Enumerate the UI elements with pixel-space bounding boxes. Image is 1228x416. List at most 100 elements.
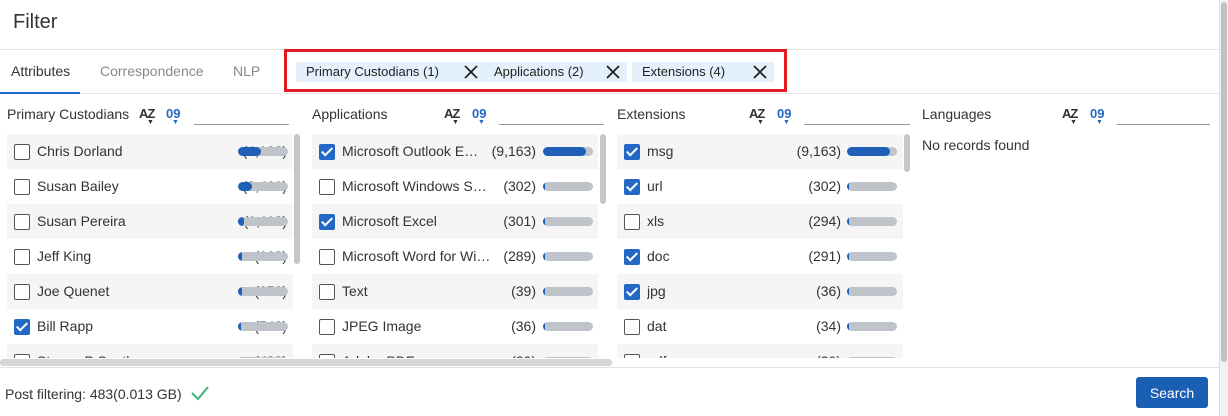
item-checkbox[interactable] — [319, 284, 335, 300]
list-item[interactable]: Jeff King(663) — [7, 239, 293, 274]
item-count: (34) — [816, 318, 841, 334]
extensions-filter-input[interactable] — [804, 105, 910, 125]
item-checkbox[interactable] — [319, 179, 335, 195]
sort-alpha-icon[interactable]: AZ ▼ — [139, 106, 155, 126]
item-checkbox[interactable] — [319, 319, 335, 335]
scroll-thumb[interactable] — [600, 134, 606, 204]
chip-label: Primary Custodians (1) — [306, 64, 439, 79]
sort-alpha-icon[interactable]: AZ ▼ — [444, 106, 460, 126]
item-label: Microsoft Excel — [342, 213, 437, 229]
item-checkbox[interactable] — [14, 319, 30, 335]
item-checkbox[interactable] — [14, 354, 30, 358]
tab-correspondence[interactable]: Correspondence — [100, 63, 204, 79]
sort-count-icon[interactable]: 09 ▼ — [166, 106, 180, 126]
applications-list: Microsoft Outlook E… (9,163) Microsoft Win… — [312, 134, 598, 358]
list-item[interactable]: Susan Pereira(1,113) — [7, 204, 293, 239]
list-item[interactable]: Steven P South(438) — [7, 344, 293, 358]
item-label: url — [647, 178, 663, 194]
sort-count-icon[interactable]: 09 ▼ — [777, 106, 791, 126]
count-bar — [238, 357, 288, 358]
count-bar-fill — [238, 287, 242, 296]
list-item[interactable]: msg (9,163) — [617, 134, 903, 169]
list-scrollbar[interactable] — [600, 134, 606, 358]
scroll-thumb[interactable] — [904, 134, 910, 172]
count-bar-fill — [847, 357, 849, 358]
list-item[interactable]: Microsoft Windows Sh… (302) — [312, 169, 598, 204]
list-item[interactable]: JPEG Image (36) — [312, 309, 598, 344]
item-checkbox[interactable] — [624, 319, 640, 335]
column-extensions: Extensions AZ ▼ 09 ▼ msg (9,163) url (302) xls… — [617, 94, 912, 366]
item-checkbox[interactable] — [14, 249, 30, 265]
primary-custodians-filter-input[interactable] — [194, 105, 289, 125]
list-item[interactable]: doc (291) — [617, 239, 903, 274]
count-bar-fill — [847, 287, 849, 296]
list-item[interactable]: jpg (36) — [617, 274, 903, 309]
sort-count-icon[interactable]: 09 ▼ — [1090, 106, 1104, 126]
column-title: Languages — [922, 106, 992, 122]
horizontal-scrollbar[interactable] — [0, 359, 612, 366]
item-label: Microsoft Word for Wi… — [342, 248, 491, 264]
list-item[interactable]: Microsoft Outlook E… (9,163) — [312, 134, 598, 169]
column-title: Extensions — [617, 106, 686, 122]
item-checkbox[interactable] — [624, 144, 640, 160]
item-checkbox[interactable] — [14, 284, 30, 300]
search-button[interactable]: Search — [1136, 377, 1208, 408]
count-bar — [238, 147, 288, 156]
count-bar-fill — [238, 322, 241, 331]
column-languages: Languages AZ ▼ 09 ▼ No records found — [922, 94, 1214, 366]
tab-attributes[interactable]: Attributes — [11, 63, 70, 79]
list-item[interactable]: Bill Rapp(543) — [7, 309, 293, 344]
post-filtering-status: Post filtering: 483(0.013 GB) — [5, 386, 182, 402]
item-label: Steven P South — [37, 353, 177, 358]
page-scroll-thumb[interactable] — [1221, 2, 1227, 362]
list-item[interactable]: pdf (30) — [617, 344, 903, 358]
list-item[interactable]: xls (294) — [617, 204, 903, 239]
sort-count-icon[interactable]: 09 ▼ — [472, 106, 486, 126]
item-checkbox[interactable] — [319, 214, 335, 230]
count-bar-fill — [238, 252, 242, 261]
count-bar-fill — [543, 147, 586, 156]
count-bar-fill — [543, 322, 545, 331]
close-icon[interactable] — [605, 64, 621, 80]
count-bar-fill — [543, 357, 545, 358]
applications-filter-input[interactable] — [499, 105, 604, 125]
count-bar — [543, 182, 593, 191]
item-checkbox[interactable] — [14, 179, 30, 195]
list-item[interactable]: Microsoft Word for Wi… (289) — [312, 239, 598, 274]
item-checkbox[interactable] — [624, 284, 640, 300]
list-item[interactable]: Microsoft Excel (301) — [312, 204, 598, 239]
scroll-thumb[interactable] — [294, 134, 300, 264]
list-scrollbar[interactable] — [904, 134, 910, 358]
item-checkbox[interactable] — [624, 179, 640, 195]
item-checkbox[interactable] — [14, 214, 30, 230]
item-checkbox[interactable] — [14, 144, 30, 160]
item-checkbox[interactable] — [319, 249, 335, 265]
item-checkbox[interactable] — [319, 354, 335, 358]
tab-nlp[interactable]: NLP — [233, 63, 260, 79]
list-item[interactable]: Adobe PDF (30) — [312, 344, 598, 358]
chip-applications: Applications (2) — [484, 62, 627, 82]
languages-filter-input[interactable] — [1117, 105, 1210, 125]
list-item[interactable]: dat (34) — [617, 309, 903, 344]
item-checkbox[interactable] — [624, 214, 640, 230]
list-scrollbar[interactable] — [294, 134, 300, 358]
count-bar-fill — [543, 287, 545, 296]
chip-label: Extensions (4) — [642, 64, 726, 79]
list-item[interactable]: Chris Dorland(4,138) — [7, 134, 293, 169]
close-icon[interactable] — [463, 64, 479, 80]
list-item[interactable]: Susan Bailey(2,469) — [7, 169, 293, 204]
count-bar-fill — [847, 182, 849, 191]
page-scrollbar[interactable] — [1219, 0, 1228, 416]
item-checkbox[interactable] — [624, 354, 640, 358]
item-checkbox[interactable] — [319, 144, 335, 160]
item-count: (289) — [503, 248, 536, 264]
list-item[interactable]: Joe Quenet(650) — [7, 274, 293, 309]
item-label: Jeff King — [37, 248, 92, 264]
list-item[interactable]: url (302) — [617, 169, 903, 204]
item-checkbox[interactable] — [624, 249, 640, 265]
item-count: (30) — [816, 353, 841, 358]
list-item[interactable]: Text (39) — [312, 274, 598, 309]
close-icon[interactable] — [752, 64, 768, 80]
sort-alpha-icon[interactable]: AZ ▼ — [1062, 106, 1078, 126]
sort-alpha-icon[interactable]: AZ ▼ — [749, 106, 765, 126]
